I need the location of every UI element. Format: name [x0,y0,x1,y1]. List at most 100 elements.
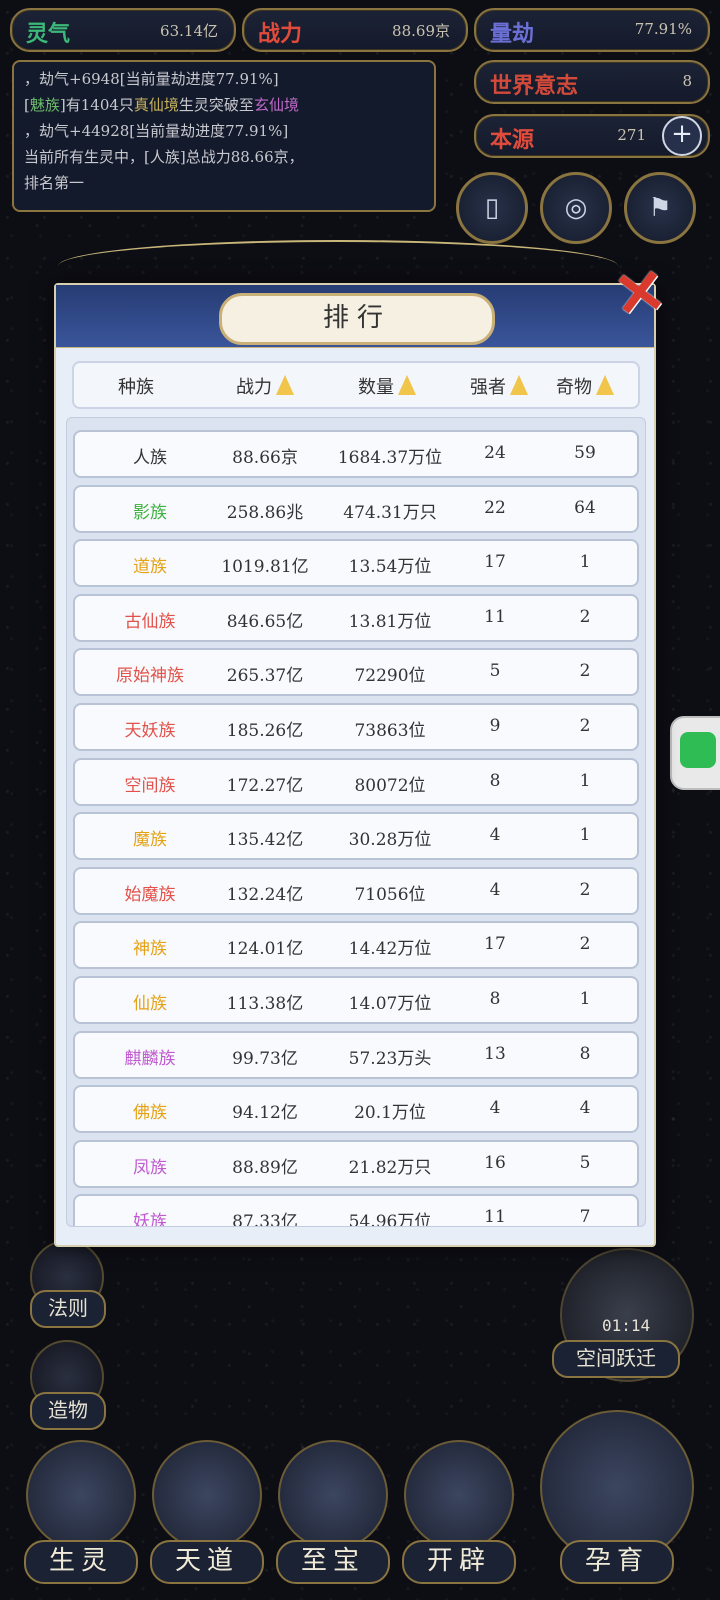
table-row[interactable]: 麒麟族 99.73亿 57.23万头 13 8 [73,1030,639,1079]
timer-text: 01:14 [602,1316,651,1335]
sort-arrow-icon [398,375,416,395]
race-items: 1 [579,989,591,1009]
race-power: 258.86兆 [226,502,304,523]
race-items: 4 [579,1098,591,1119]
race-strong: 24 [484,443,506,463]
log-line: 排名第一 [24,174,85,192]
race-power: 185.26亿 [226,721,304,741]
modal-header: 排行 [56,285,654,348]
race-power: 135.42亿 [226,830,304,851]
log-line: ，劫气+44928[当前量劫进度77.91%] [24,122,289,140]
race-count: 30.28万位 [348,830,432,851]
shengling-icon [26,1440,136,1550]
table-row[interactable]: 古仙族 846.65亿 13.81万位 11 2 [73,593,639,642]
race-power: 99.73亿 [232,1048,298,1069]
nav-tiandao[interactable]: 天道 [146,1440,264,1590]
race-items: 2 [579,879,591,900]
nav-zhibao[interactable]: 至宝 [272,1440,390,1590]
log-line: [魅族]有1404只真仙境生灵突破至玄仙境 [24,96,299,114]
race-power: 113.38亿 [226,994,304,1014]
table-row[interactable]: 天妖族 185.26亿 73863位 9 2 [73,703,639,751]
race-items: 8 [579,1043,591,1064]
space-jump-button[interactable]: 空间跃迁 [552,1340,680,1378]
col-race: 种族 [118,377,154,398]
table-row[interactable]: 影族 258.86兆 474.31万只 22 64 [73,484,639,533]
add-benyuan-button[interactable]: + [662,116,702,156]
stat-shijie-value: 8 [682,72,692,90]
event-log: ，劫气+6948[当前量劫进度77.91%] [魅族]有1404只真仙境生灵突破… [12,60,436,212]
close-icon[interactable]: ✕ [609,253,678,333]
col-count-sort[interactable]: 数量 [358,373,416,399]
table-row[interactable]: 凤族 88.89亿 21.82万只 16 5 [73,1139,639,1188]
race-strong: 17 [484,552,506,573]
col-power-sort[interactable]: 战力 [236,373,294,399]
stat-lingqi: 灵气 63.14亿 [10,8,236,52]
race-items: 2 [579,716,591,736]
nav-yunyu[interactable]: 孕育 [540,1410,694,1590]
sort-arrow-icon [596,375,614,395]
table-row[interactable]: 原始神族 265.37亿 72290位 5 2 [73,648,639,697]
stat-shijie[interactable]: 世界意志 8 [474,60,710,104]
table-row[interactable]: 道族 1019.81亿 13.54万位 17 1 [73,539,639,588]
race-strong: 4 [489,825,501,846]
banner-button[interactable]: ⚑ [624,172,696,244]
wechat-icon [680,732,716,768]
race-count: 14.07万位 [348,994,432,1014]
race-items: 1 [579,825,591,846]
table-row[interactable]: 人族 88.66京 1684.37万位 24 59 [73,430,639,478]
race-count: 57.23万头 [348,1048,432,1069]
col-strong-sort[interactable]: 强者 [470,373,528,399]
race-count: 80072位 [354,775,426,796]
kaipi-icon [404,1440,514,1550]
race-count: 21.82万只 [348,1157,432,1178]
stat-shijie-label: 世界意志 [490,73,579,99]
table-row[interactable]: 神族 124.01亿 14.42万位 17 2 [73,921,639,970]
stat-liangjie-label: 量劫 [490,21,535,47]
creation-button[interactable]: 造物 [30,1392,106,1430]
race-power: 172.27亿 [226,775,304,796]
stat-zhanli-value: 88.69京 [392,22,450,40]
race-items: 59 [574,443,596,463]
race-items: 2 [579,606,591,627]
race-power: 94.12亿 [232,1103,298,1124]
wechat-float-button[interactable] [670,716,720,790]
race-strong: 8 [489,770,501,791]
ranking-list[interactable]: 人族 88.66京 1684.37万位 24 59 影族 258.86兆 474.31万只 22… [66,417,646,1227]
table-row[interactable]: 魔族 135.42亿 30.28万位 4 1 [73,812,639,861]
table-row[interactable]: 始魔族 132.24亿 71056位 4 2 [73,866,639,915]
stat-lingqi-value: 63.14亿 [160,22,218,40]
race-count: 1684.37万位 [337,448,443,468]
col-items-sort[interactable]: 奇物 [556,373,614,399]
vortex-button[interactable]: ◎ [540,172,612,244]
nav-shengling[interactable]: 生灵 [20,1440,138,1590]
stat-liangjie-value: 77.91% [634,20,692,38]
race-items: 1 [579,552,591,573]
table-row[interactable]: 仙族 113.38亿 14.07万位 8 1 [73,976,639,1024]
sort-arrow-icon [510,375,528,395]
race-power: 265.37亿 [226,666,304,687]
race-count: 14.42万位 [348,939,432,960]
race-count: 474.31万只 [343,502,437,523]
race-power: 88.89亿 [232,1157,298,1178]
card-button[interactable]: ▯ [456,172,528,244]
table-row[interactable]: 空间族 172.27亿 80072位 8 1 [73,757,639,806]
race-strong: 4 [489,1098,501,1119]
race-power: 1019.81亿 [221,557,309,578]
nav-label: 至宝 [276,1540,390,1584]
race-strong: 17 [484,934,506,955]
nav-kaipi[interactable]: 开辟 [398,1440,516,1590]
law-button[interactable]: 法则 [30,1290,106,1328]
race-power: 846.65亿 [226,611,304,632]
table-row[interactable]: 佛族 94.12亿 20.1万位 4 4 [73,1085,639,1134]
race-count: 73863位 [354,721,426,741]
nav-label: 天道 [150,1540,264,1584]
card-icon: ▯ [484,193,500,223]
race-count: 54.96万位 [348,1212,432,1227]
race-strong: 11 [484,1207,506,1227]
nav-label: 生灵 [24,1540,138,1584]
race-items: 5 [579,1152,591,1173]
table-row[interactable]: 妖族 87.33亿 54.96万位 11 7 [73,1194,639,1227]
stat-liangjie[interactable]: 量劫 77.91% [474,8,710,52]
stat-benyuan-value: 271 [617,126,646,144]
stat-benyuan-label: 本源 [490,127,535,153]
